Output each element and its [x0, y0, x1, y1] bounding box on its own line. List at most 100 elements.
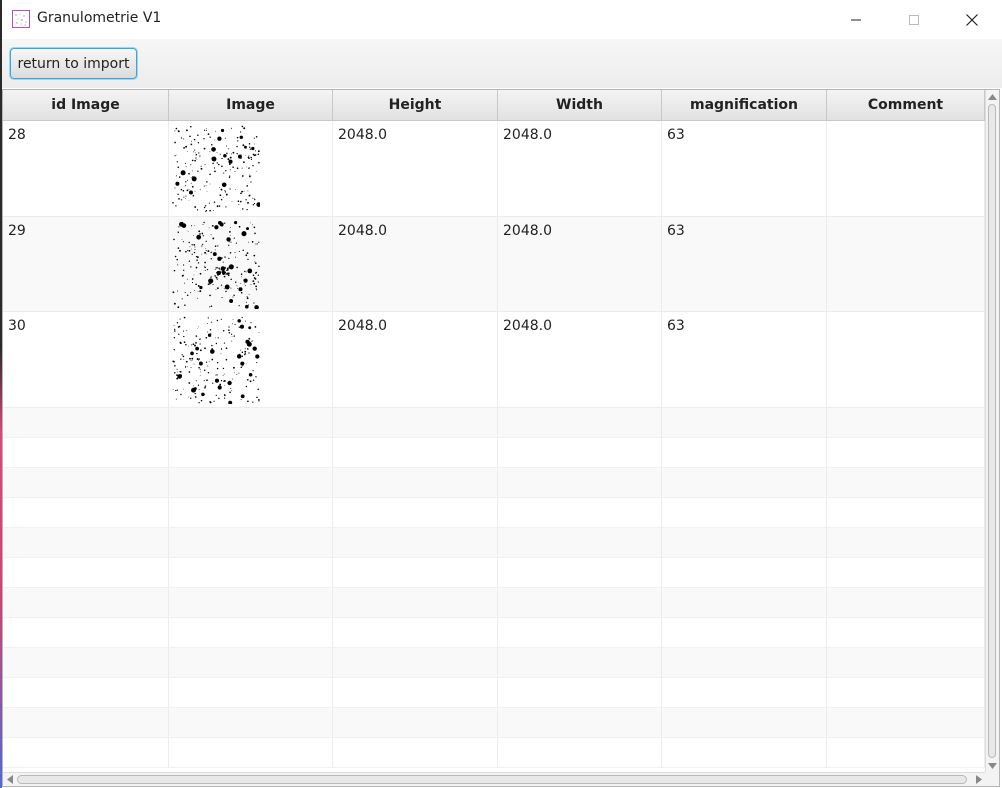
empty-cell — [333, 587, 498, 618]
empty-table-row — [3, 737, 985, 768]
empty-cell — [169, 467, 333, 498]
empty-cell — [498, 527, 662, 558]
empty-table-row — [3, 497, 985, 528]
empty-cell — [498, 497, 662, 528]
empty-cell — [498, 407, 662, 438]
empty-cell — [662, 677, 827, 708]
empty-cell — [662, 617, 827, 648]
cell-magnification: 63 — [662, 121, 827, 217]
return-to-import-button[interactable]: return to import — [10, 48, 137, 79]
empty-cell — [333, 407, 498, 438]
empty-cell — [662, 407, 827, 438]
empty-table-row — [3, 557, 985, 588]
cell-id: 28 — [3, 121, 169, 217]
empty-cell — [333, 497, 498, 528]
cell-comment[interactable] — [827, 312, 985, 408]
empty-cell — [3, 527, 169, 558]
minimize-button[interactable] — [827, 0, 885, 39]
empty-cell — [333, 557, 498, 588]
empty-cell — [3, 617, 169, 648]
column-header-id-image[interactable]: id Image — [3, 90, 169, 120]
empty-cell — [498, 467, 662, 498]
toolbar: return to import — [2, 39, 1002, 88]
cell-magnification: 63 — [662, 312, 827, 408]
empty-cell — [827, 407, 985, 438]
empty-cell — [3, 677, 169, 708]
table-body: 28 2048.0 2048.0 63 29 2048.0 2048.0 63 … — [3, 121, 985, 768]
horizontal-scroll-thumb[interactable] — [17, 775, 967, 784]
empty-cell — [333, 527, 498, 558]
empty-cell — [3, 437, 169, 468]
empty-cell — [662, 527, 827, 558]
cell-comment[interactable] — [827, 121, 985, 217]
empty-table-row — [3, 467, 985, 498]
column-header-height[interactable]: Height — [333, 90, 498, 120]
image-table[interactable]: id Image Image Height Width magnificatio… — [2, 89, 1000, 787]
empty-cell — [3, 647, 169, 678]
empty-table-row — [3, 437, 985, 468]
empty-cell — [662, 497, 827, 528]
table-row[interactable]: 29 2048.0 2048.0 63 — [3, 216, 985, 312]
maximize-button[interactable] — [885, 0, 943, 39]
empty-cell — [498, 437, 662, 468]
particle-thumbnail — [172, 125, 260, 212]
empty-cell — [498, 557, 662, 588]
empty-table-row — [3, 707, 985, 738]
cell-height: 2048.0 — [333, 312, 498, 408]
empty-cell — [333, 437, 498, 468]
scroll-down-arrow-icon[interactable] — [988, 761, 997, 770]
cell-image — [169, 216, 333, 312]
cell-width: 2048.0 — [498, 121, 662, 217]
empty-cell — [3, 587, 169, 618]
minimize-icon — [851, 19, 861, 20]
empty-cell — [333, 677, 498, 708]
close-button[interactable] — [943, 0, 1001, 39]
empty-cell — [827, 617, 985, 648]
empty-table-row — [3, 587, 985, 618]
cell-height: 2048.0 — [333, 121, 498, 217]
empty-cell — [333, 737, 498, 768]
column-header-comment[interactable]: Comment — [827, 90, 985, 120]
empty-cell — [169, 527, 333, 558]
cell-comment[interactable] — [827, 216, 985, 312]
empty-cell — [498, 617, 662, 648]
cell-width: 2048.0 — [498, 216, 662, 312]
empty-cell — [827, 587, 985, 618]
maximize-icon — [909, 14, 919, 25]
empty-cell — [662, 647, 827, 678]
particle-thumbnail — [172, 316, 260, 404]
table-header: id Image Image Height Width magnificatio… — [3, 90, 985, 121]
empty-cell — [169, 737, 333, 768]
horizontal-scrollbar[interactable] — [3, 772, 985, 786]
empty-cell — [169, 677, 333, 708]
column-header-width[interactable]: Width — [498, 90, 662, 120]
scrollbar-corner — [985, 772, 999, 786]
empty-cell — [169, 617, 333, 648]
empty-cell — [169, 707, 333, 738]
window-title: Granulometrie V1 — [37, 10, 162, 26]
table-row[interactable]: 30 2048.0 2048.0 63 — [3, 312, 985, 408]
cell-image — [169, 121, 333, 217]
vertical-scrollbar[interactable] — [985, 90, 999, 772]
cell-id: 29 — [3, 216, 169, 312]
empty-cell — [662, 707, 827, 738]
table-row[interactable]: 28 2048.0 2048.0 63 — [3, 121, 985, 217]
app-icon — [12, 10, 30, 28]
empty-cell — [498, 677, 662, 708]
empty-cell — [169, 407, 333, 438]
empty-cell — [827, 677, 985, 708]
column-header-magnification[interactable]: magnification — [662, 90, 827, 120]
vertical-scroll-thumb[interactable] — [988, 104, 996, 758]
empty-cell — [3, 497, 169, 528]
title-bar: Granulometrie V1 — [2, 0, 1002, 39]
empty-cell — [827, 707, 985, 738]
column-header-image[interactable]: Image — [169, 90, 333, 120]
empty-table-row — [3, 407, 985, 438]
empty-cell — [333, 647, 498, 678]
empty-cell — [827, 497, 985, 528]
scroll-left-arrow-icon[interactable] — [5, 775, 14, 784]
cell-height: 2048.0 — [333, 216, 498, 312]
scroll-up-arrow-icon[interactable] — [988, 92, 997, 101]
scroll-right-arrow-icon[interactable] — [974, 775, 983, 784]
empty-cell — [498, 647, 662, 678]
